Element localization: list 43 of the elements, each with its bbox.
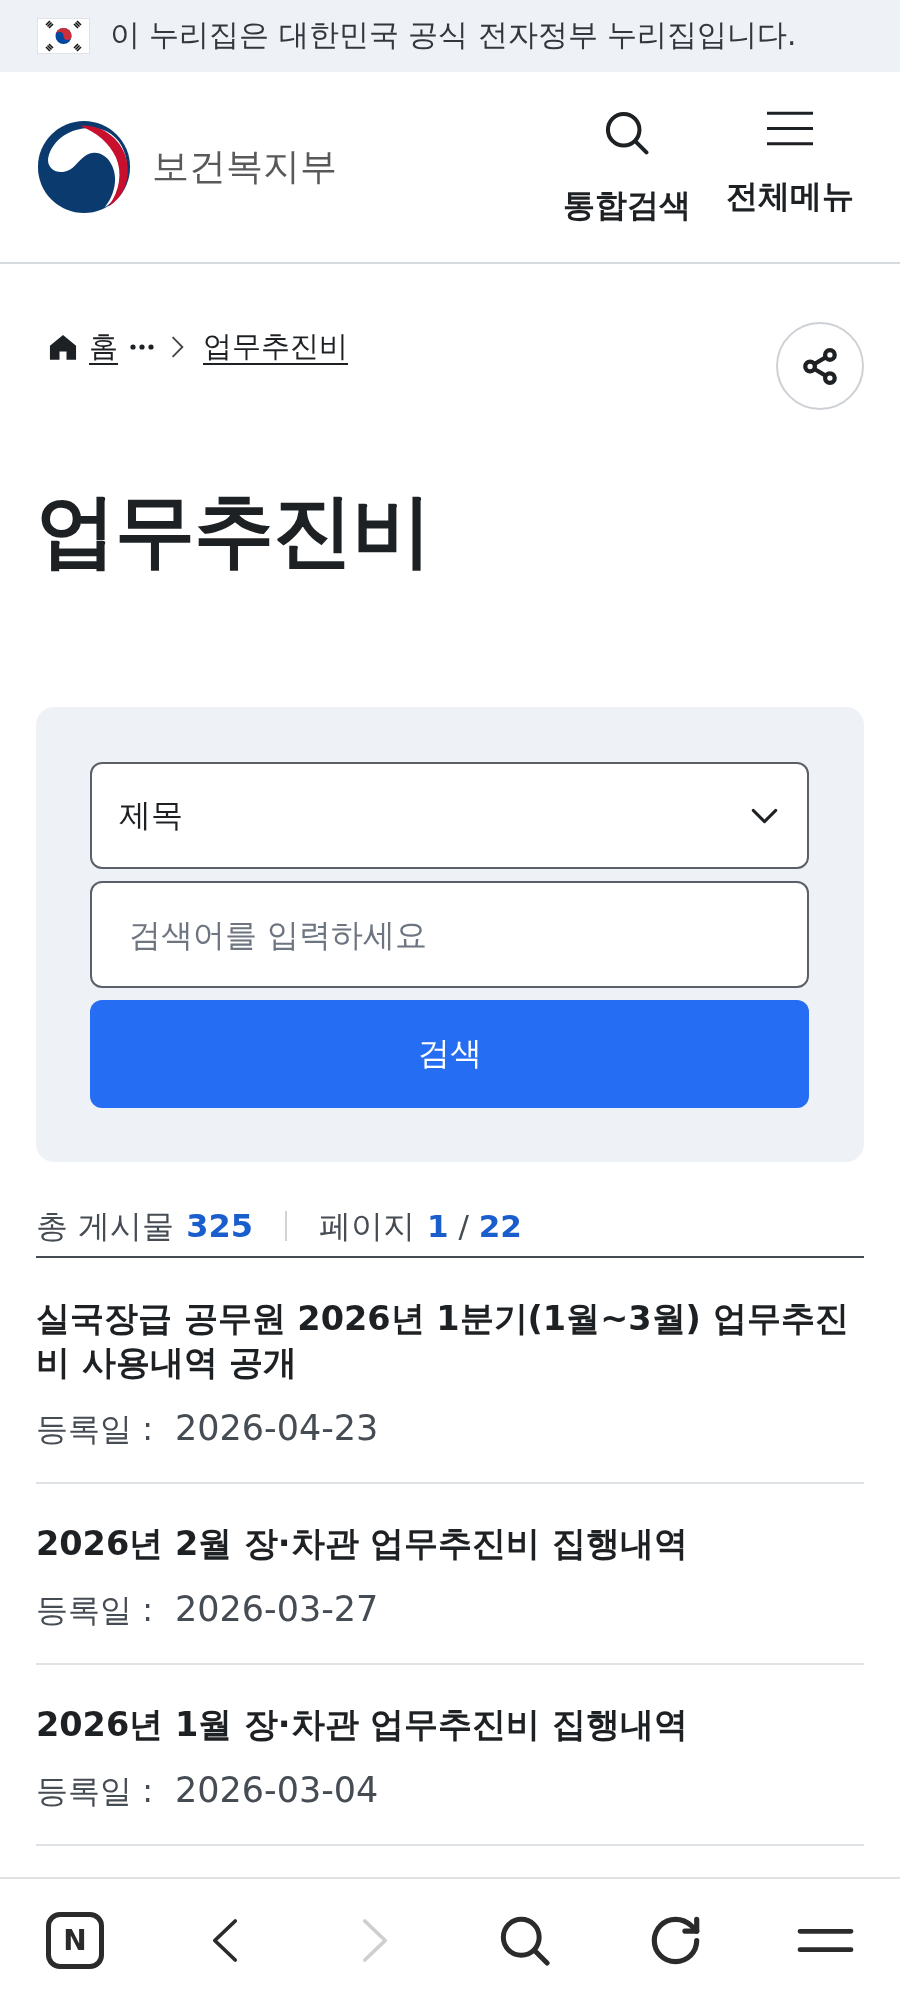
chevron-right-icon: [362, 1918, 388, 1963]
total-label: 총 게시물: [36, 1206, 175, 1247]
post-title-link[interactable]: 2026년 1월 장·차관 업무추진비 집행내역: [36, 1703, 688, 1747]
page-title: 업무추진비: [36, 483, 432, 579]
search-icon: [605, 110, 649, 155]
share-icon: [803, 347, 837, 385]
search-input[interactable]: 검색어를 입력하세요: [90, 881, 809, 988]
page-label: 페이지: [318, 1206, 415, 1247]
site-logo-link[interactable]: 보건복지부: [37, 120, 337, 214]
back-button[interactable]: [212, 1918, 238, 1963]
search-button[interactable]: [500, 1915, 550, 1966]
flag-icon: [37, 18, 90, 54]
menu-button[interactable]: 전체메뉴: [726, 110, 854, 224]
home-icon: [49, 333, 77, 361]
search-icon: [500, 1915, 550, 1966]
date-value: 2026-04-23: [174, 1407, 379, 1450]
date-label: 등록일 :: [36, 1409, 153, 1450]
page-count: 1 / 22: [426, 1207, 522, 1246]
ellipsis-icon: [130, 344, 154, 350]
menu-icon: [796, 1928, 854, 1953]
menu-icon: [767, 110, 813, 146]
search-button[interactable]: 통합검색: [563, 110, 691, 224]
post-title-link[interactable]: 실국장급 공무원 2026년 1분기(1월~3월) 업무추진비 사용내역 공개: [36, 1297, 864, 1385]
banner-text: 이 누리집은 대한민국 공식 전자정부 누리집입니다.: [110, 17, 797, 54]
date-label: 등록일 :: [36, 1590, 153, 1631]
home-link[interactable]: 홈: [49, 327, 118, 367]
total-count: 325: [186, 1206, 253, 1247]
chevron-right-icon: [171, 336, 184, 358]
breadcrumb-link[interactable]: 업무추진비: [203, 327, 348, 367]
date-value: 2026-03-27: [174, 1588, 379, 1631]
more-button[interactable]: [130, 344, 154, 350]
date-label: 등록일 :: [36, 1771, 153, 1812]
chevron-left-icon: [212, 1918, 238, 1963]
category-select[interactable]: 제목: [90, 762, 809, 869]
logo-button[interactable]: N: [46, 1912, 104, 1969]
search-button[interactable]: 검색: [90, 1000, 809, 1108]
swirl-emblem-icon: [37, 120, 131, 214]
post-title-link[interactable]: 2026년 2월 장·차관 업무추진비 집행내역: [36, 1522, 688, 1566]
reload-icon: [650, 1916, 700, 1965]
menu-button[interactable]: [796, 1928, 854, 1953]
chevron-down-icon: [751, 807, 778, 824]
date-value: 2026-03-04: [174, 1769, 379, 1812]
reload-button[interactable]: [650, 1916, 700, 1965]
